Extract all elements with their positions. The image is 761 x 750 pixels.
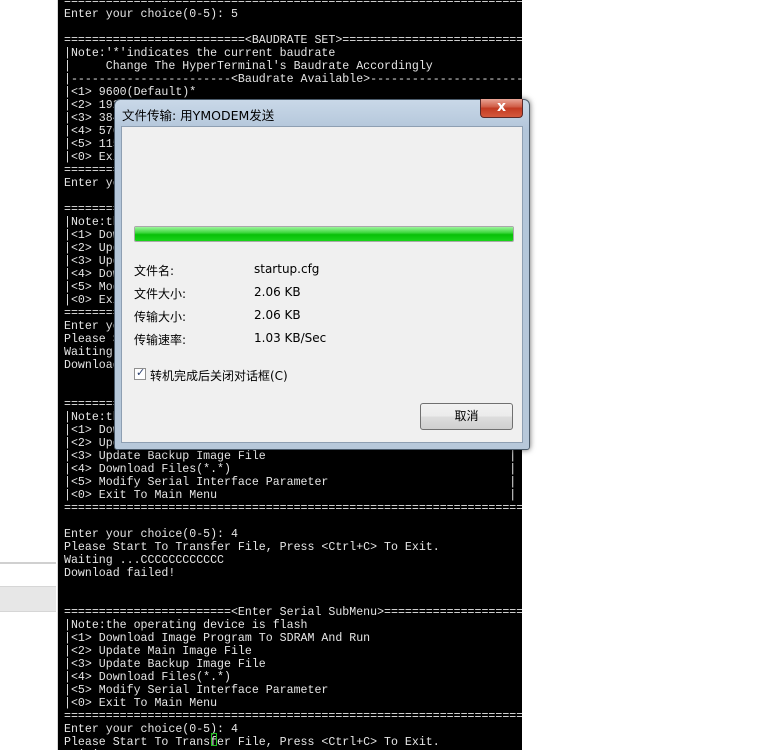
transfer-size-value: 2.06 KB (254, 308, 301, 322)
right-blank-area (522, 0, 761, 750)
terminal-cursor (211, 733, 217, 746)
left-panel (0, 0, 58, 750)
close-when-done-checkbox[interactable]: ✓ (134, 366, 146, 380)
file-transfer-dialog: 文件传输: 用YMODEM发送 x 文件名: startup.cfg 文件大小:… (114, 99, 530, 450)
file-size-value: 2.06 KB (254, 285, 301, 299)
progress-fill (135, 227, 513, 241)
progress-bar (134, 226, 514, 242)
close-when-done-label: 转机完成后关闭对话框(C) (150, 369, 288, 383)
transfer-rate-label: 传输速率: (134, 333, 187, 347)
left-divider (0, 562, 56, 564)
left-selected-row[interactable] (0, 586, 56, 612)
checkmark-icon: ✓ (136, 366, 146, 379)
transfer-size-label: 传输大小: (134, 310, 187, 324)
transfer-rate-value: 1.03 KB/Sec (254, 331, 327, 345)
close-button[interactable]: x (480, 99, 523, 118)
dialog-body: 文件名: startup.cfg 文件大小: 2.06 KB 传输大小: 2.0… (121, 126, 523, 443)
dialog-title: 文件传输: 用YMODEM发送 (122, 108, 275, 123)
cancel-button[interactable]: 取消 (420, 403, 513, 430)
file-name-value: startup.cfg (254, 262, 320, 276)
file-name-label: 文件名: (134, 264, 175, 278)
file-size-label: 文件大小: (134, 287, 187, 301)
close-icon: x (496, 99, 507, 115)
